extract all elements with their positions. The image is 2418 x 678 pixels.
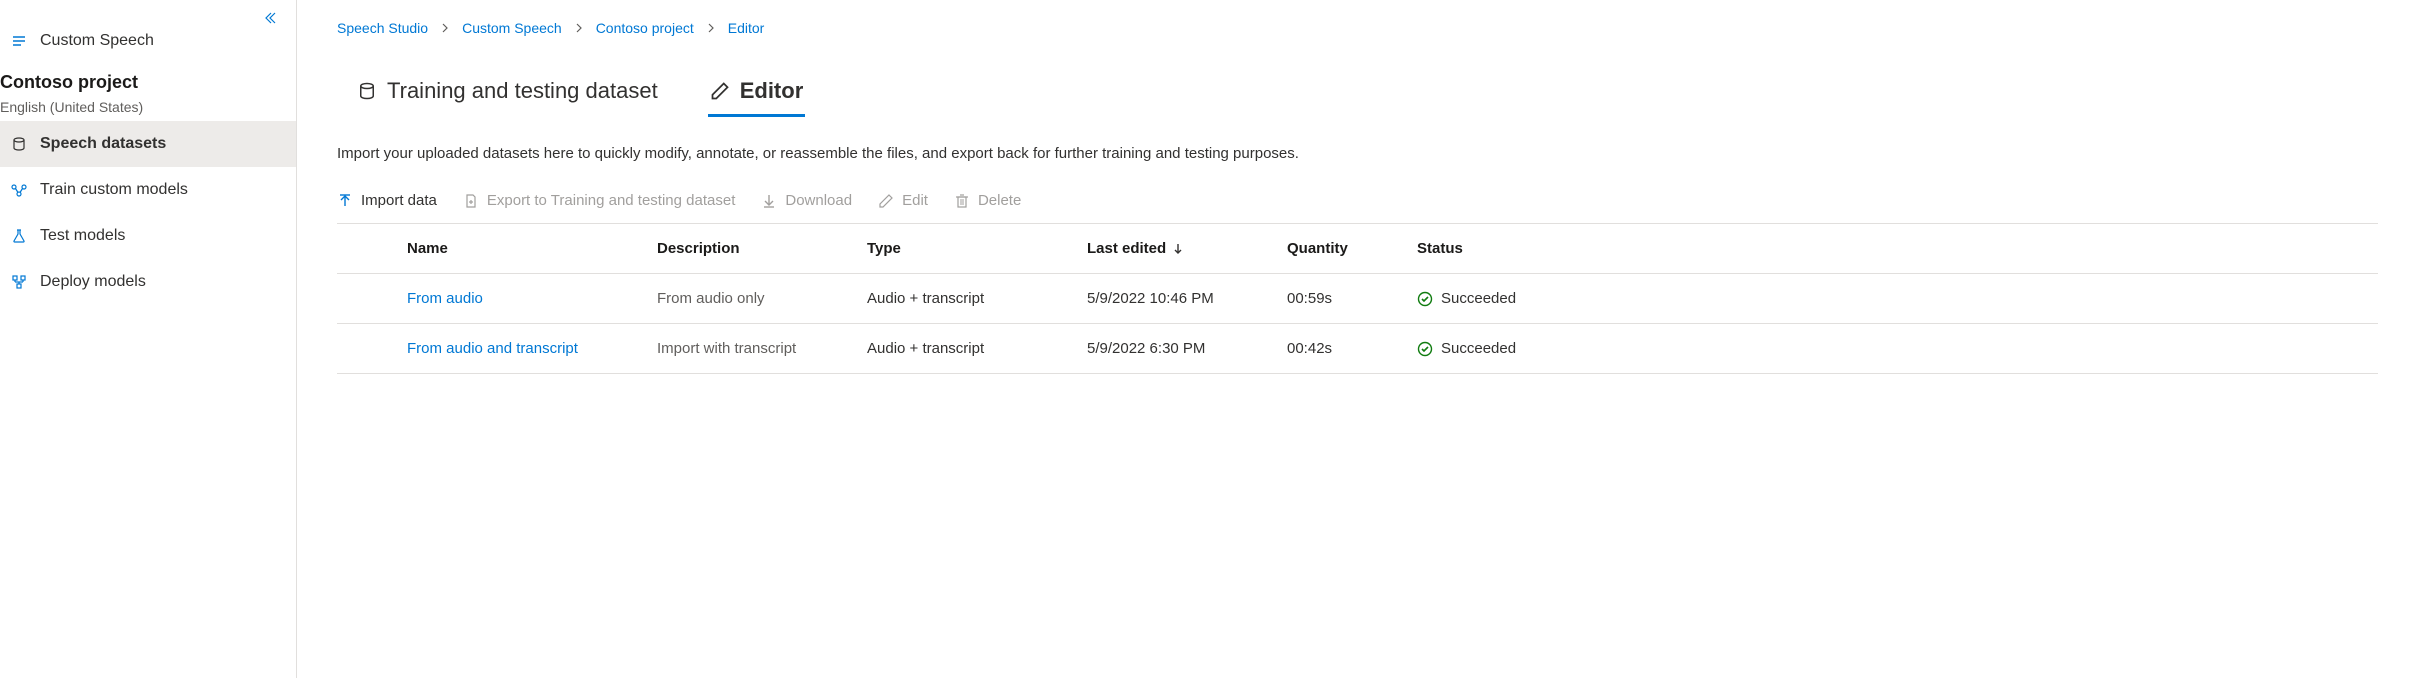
sidebar-item-label: Test models xyxy=(40,227,125,245)
tab-editor[interactable]: Editor xyxy=(708,72,806,117)
trash-icon xyxy=(954,193,970,209)
tool-label: Edit xyxy=(902,192,928,209)
dataset-quantity: 00:59s xyxy=(1287,290,1417,307)
col-name[interactable]: Name xyxy=(407,240,657,257)
main-content: Speech Studio Custom Speech Contoso proj… xyxy=(297,0,2418,678)
status-label: Succeeded xyxy=(1441,340,1516,357)
flask-icon xyxy=(10,228,28,244)
import-data-button[interactable]: Import data xyxy=(337,192,437,209)
list-icon xyxy=(10,33,28,49)
col-description[interactable]: Description xyxy=(657,240,867,257)
sidebar-item-speech-datasets[interactable]: Speech datasets xyxy=(0,121,296,167)
col-last-edited[interactable]: Last edited xyxy=(1087,240,1287,257)
breadcrumb-link[interactable]: Speech Studio xyxy=(337,20,428,36)
dataset-status: Succeeded xyxy=(1417,340,1597,357)
success-icon xyxy=(1417,341,1433,357)
deploy-icon xyxy=(10,274,28,290)
sidebar-item-train-models[interactable]: Train custom models xyxy=(0,167,296,213)
dataset-name-link[interactable]: From audio and transcript xyxy=(407,340,657,357)
datasets-table: Name Description Type Last edited Quanti… xyxy=(337,224,2378,374)
col-label: Last edited xyxy=(1087,240,1166,257)
tab-label: Training and testing dataset xyxy=(387,78,658,104)
delete-button[interactable]: Delete xyxy=(954,192,1021,209)
sidebar-section[interactable]: Custom Speech xyxy=(0,10,296,72)
tab-training-dataset[interactable]: Training and testing dataset xyxy=(355,72,660,117)
breadcrumb-link[interactable]: Custom Speech xyxy=(462,20,562,36)
table-header-row: Name Description Type Last edited Quanti… xyxy=(337,224,2378,274)
sidebar-item-deploy-models[interactable]: Deploy models xyxy=(0,259,296,305)
database-icon xyxy=(10,136,28,152)
sidebar-item-label: Speech datasets xyxy=(40,135,166,153)
project-language: English (United States) xyxy=(0,99,286,115)
tabs: Training and testing dataset Editor xyxy=(355,72,2378,117)
col-quantity[interactable]: Quantity xyxy=(1287,240,1417,257)
sidebar-item-label: Train custom models xyxy=(40,181,188,199)
tab-label: Editor xyxy=(740,78,804,104)
file-icon xyxy=(463,193,479,209)
tool-label: Download xyxy=(785,192,852,209)
dataset-type: Audio + transcript xyxy=(867,340,1087,357)
table-row[interactable]: From audio and transcript Import with tr… xyxy=(337,324,2378,374)
chevron-right-icon xyxy=(574,23,584,33)
project-header: Contoso project English (United States) xyxy=(0,72,296,121)
status-label: Succeeded xyxy=(1441,290,1516,307)
col-type[interactable]: Type xyxy=(867,240,1087,257)
dataset-description: From audio only xyxy=(657,290,867,307)
sidebar: Custom Speech Contoso project English (U… xyxy=(0,0,297,678)
download-icon xyxy=(761,193,777,209)
chevron-right-icon xyxy=(440,23,450,33)
dataset-name-link[interactable]: From audio xyxy=(407,290,657,307)
tool-label: Import data xyxy=(361,192,437,209)
collapse-sidebar-button[interactable] xyxy=(262,10,278,26)
edit-button[interactable]: Edit xyxy=(878,192,928,209)
dataset-last-edited: 5/9/2022 10:46 PM xyxy=(1087,290,1287,307)
dataset-last-edited: 5/9/2022 6:30 PM xyxy=(1087,340,1287,357)
page-description: Import your uploaded datasets here to qu… xyxy=(337,145,2378,162)
success-icon xyxy=(1417,291,1433,307)
upload-icon xyxy=(337,193,353,209)
dataset-status: Succeeded xyxy=(1417,290,1597,307)
breadcrumb-link[interactable]: Editor xyxy=(728,20,765,36)
tool-label: Delete xyxy=(978,192,1021,209)
project-name: Contoso project xyxy=(0,72,286,93)
breadcrumb-link[interactable]: Contoso project xyxy=(596,20,694,36)
brain-icon xyxy=(10,182,28,198)
database-icon xyxy=(357,81,377,101)
export-button[interactable]: Export to Training and testing dataset xyxy=(463,192,736,209)
chevron-right-icon xyxy=(706,23,716,33)
sidebar-section-label: Custom Speech xyxy=(40,32,154,50)
sidebar-item-test-models[interactable]: Test models xyxy=(0,213,296,259)
col-status[interactable]: Status xyxy=(1417,240,1597,257)
sidebar-item-label: Deploy models xyxy=(40,273,146,291)
pencil-icon xyxy=(710,81,730,101)
download-button[interactable]: Download xyxy=(761,192,852,209)
dataset-type: Audio + transcript xyxy=(867,290,1087,307)
table-row[interactable]: From audio From audio only Audio + trans… xyxy=(337,274,2378,324)
tool-label: Export to Training and testing dataset xyxy=(487,192,736,209)
sort-desc-icon xyxy=(1172,243,1184,255)
toolbar: Import data Export to Training and testi… xyxy=(337,192,2378,224)
dataset-quantity: 00:42s xyxy=(1287,340,1417,357)
dataset-description: Import with transcript xyxy=(657,340,867,357)
pencil-icon xyxy=(878,193,894,209)
breadcrumb: Speech Studio Custom Speech Contoso proj… xyxy=(337,20,2378,36)
